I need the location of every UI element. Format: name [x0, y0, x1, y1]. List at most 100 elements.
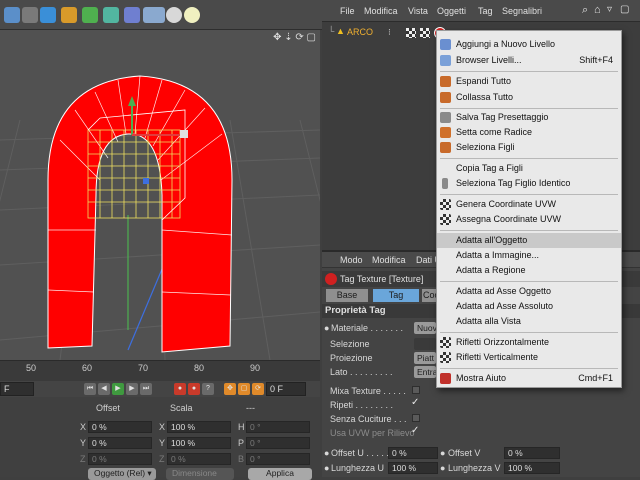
- record-icon[interactable]: ●: [174, 383, 186, 395]
- autokey-icon[interactable]: ●: [188, 383, 200, 395]
- 3d-viewport[interactable]: ✥ ⇣ ⟳ ▢: [0, 30, 320, 360]
- mixa-checkbox[interactable]: [412, 386, 420, 394]
- mode-dropdown[interactable]: Oggetto (Rel) ▾: [88, 468, 156, 480]
- go-to-start-icon[interactable]: ⏮: [84, 383, 96, 395]
- search-icon[interactable]: ⌕: [582, 4, 588, 17]
- ripeti-checkbox[interactable]: ✓: [411, 397, 419, 408]
- arch-mesh[interactable]: [47, 75, 233, 353]
- menu-segnalibri[interactable]: Segnalibri: [502, 6, 542, 16]
- offset-z-field[interactable]: 0 %: [88, 453, 152, 465]
- menu-item-espandi-tutto[interactable]: Espandi Tutto: [437, 74, 621, 89]
- prev-key-icon[interactable]: ◀: [98, 383, 110, 395]
- menu-item-assegna-uvw[interactable]: Assegna Coordinate UVW: [437, 212, 621, 227]
- cube-icon[interactable]: [40, 7, 56, 23]
- menu-item-rifletti-orizzontale[interactable]: Rifletti Orizzontalmente: [437, 335, 621, 350]
- offset-v-field[interactable]: 0 %: [504, 447, 560, 459]
- menu-oggetti[interactable]: Oggetti: [437, 6, 466, 16]
- offset-y-field[interactable]: 0 %: [88, 437, 152, 449]
- arch-object-render[interactable]: [0, 30, 320, 360]
- prop-lato: Lato . . . . . . . . .: [330, 367, 393, 377]
- menu-item-seleziona-figli[interactable]: Seleziona Figli: [437, 140, 621, 155]
- main-toolbar: [0, 0, 322, 30]
- menu-item-genera-uvw[interactable]: Genera Coordinate UVW: [437, 197, 621, 212]
- scale-y-field[interactable]: 100 %: [167, 437, 231, 449]
- uvw-tag-icon-2[interactable]: [420, 28, 430, 38]
- camera-icon[interactable]: [166, 7, 182, 23]
- menu-item-adatta-vista[interactable]: Adatta alla Vista: [437, 314, 621, 329]
- lunghezza-u-field[interactable]: 100 %: [388, 462, 438, 474]
- menu-modo[interactable]: Modo: [340, 255, 363, 265]
- menu-item-adatta-regione[interactable]: Adatta a Regione: [437, 263, 621, 278]
- menu-separator: [440, 332, 618, 333]
- menu-modifica-am[interactable]: Modifica: [372, 255, 406, 265]
- timeline-ruler[interactable]: 50 60 70 80 90: [0, 360, 320, 381]
- gizmo-z-handle[interactable]: [143, 178, 149, 184]
- home-icon[interactable]: ⌂: [594, 4, 601, 16]
- offset-x-field[interactable]: 0 %: [88, 421, 152, 433]
- menu-item-label: Mostra Aiuto: [456, 373, 507, 383]
- lato-dropdown[interactable]: Entra: [414, 366, 437, 378]
- go-to-end-icon[interactable]: ⏭: [140, 383, 152, 395]
- proiezione-dropdown[interactable]: Piatt: [414, 352, 436, 364]
- menu-item-adatta-immagine[interactable]: Adatta a Immagine...: [437, 248, 621, 263]
- filter-icon[interactable]: ▿: [607, 4, 612, 15]
- play-icon[interactable]: ▶: [112, 383, 124, 395]
- deformer-icon[interactable]: [124, 7, 140, 23]
- generator-icon[interactable]: [4, 7, 20, 23]
- menu-item-collassa-tutto[interactable]: Collassa Tutto: [437, 90, 621, 105]
- tab-tag[interactable]: Tag: [373, 289, 419, 302]
- rotate-key-icon[interactable]: ⟳: [252, 383, 264, 395]
- gizmo-x-handle[interactable]: [180, 130, 188, 138]
- menu-item-seleziona-tag-figlio[interactable]: Seleziona Tag Figlio Identico: [437, 176, 621, 191]
- rot-h-field[interactable]: 0 °: [246, 421, 310, 433]
- usa-uvw-checkbox[interactable]: ✓: [411, 425, 419, 436]
- layer-add-icon: [440, 39, 451, 50]
- scale-z-field[interactable]: 0 %: [167, 453, 231, 465]
- array-icon[interactable]: [103, 7, 119, 23]
- scale-key-icon[interactable]: ▢: [238, 383, 250, 395]
- start-frame-field[interactable]: F: [0, 382, 34, 396]
- scale-x-field[interactable]: 100 %: [167, 421, 231, 433]
- selezione-field[interactable]: [414, 338, 436, 350]
- tab-base[interactable]: Base: [326, 289, 368, 302]
- rot-b-label: B: [238, 454, 245, 464]
- menu-separator: [440, 281, 618, 282]
- materiale-field[interactable]: Nuov: [414, 322, 437, 334]
- menu-item-salva-tag[interactable]: Salva Tag Presettaggio: [437, 110, 621, 125]
- apply-button[interactable]: Applica: [248, 468, 312, 480]
- menu-item-asse-assoluto[interactable]: Adatta ad Asse Assoluto: [437, 299, 621, 314]
- menu-vista[interactable]: Vista: [408, 6, 428, 16]
- visibility-dots[interactable]: ⁝: [388, 27, 391, 38]
- lunghezza-v-field[interactable]: 100 %: [504, 462, 560, 474]
- move-key-icon[interactable]: ✥: [224, 383, 236, 395]
- menu-separator: [440, 230, 618, 231]
- menu-item-adatta-oggetto[interactable]: Adatta all'Oggetto: [437, 233, 621, 248]
- menu-item-asse-oggetto[interactable]: Adatta ad Asse Oggetto: [437, 284, 621, 299]
- menu-tag[interactable]: Tag: [478, 6, 493, 16]
- menu-item-rifletti-verticale[interactable]: Rifletti Verticalmente: [437, 350, 621, 365]
- dimension-dropdown[interactable]: Dimensione: [166, 468, 234, 480]
- menu-item-mostra-aiuto[interactable]: Mostra Aiuto Cmd+F1: [437, 371, 621, 386]
- menu-file[interactable]: File: [340, 6, 355, 16]
- rot-p-field[interactable]: 0 °: [246, 437, 310, 449]
- keyframe-icon[interactable]: ?: [202, 383, 214, 395]
- rot-b-field[interactable]: 0 °: [246, 453, 310, 465]
- senza-cuciture-checkbox[interactable]: [412, 414, 420, 422]
- menu-modifica[interactable]: Modifica: [364, 6, 398, 16]
- spline-icon[interactable]: [61, 7, 77, 23]
- menu-item-setta-radice[interactable]: Setta come Radice: [437, 125, 621, 140]
- scene-icon[interactable]: [143, 7, 165, 23]
- menu-item-copia-tag[interactable]: Copia Tag a Figli: [437, 161, 621, 176]
- menu-item-aggiungi-livello[interactable]: Aggiungi a Nuovo Livello: [437, 37, 621, 52]
- tab-coordinate[interactable]: Coo: [422, 289, 440, 302]
- menu-item-browser-livelli[interactable]: Browser Livelli... Shift+F4: [437, 53, 621, 68]
- new-window-icon[interactable]: ▢: [620, 4, 629, 15]
- nurbs-icon[interactable]: [82, 7, 98, 23]
- offset-u-field[interactable]: 0 %: [388, 447, 438, 459]
- current-frame-field[interactable]: 0 F: [266, 382, 306, 396]
- object-name[interactable]: ARCO: [347, 27, 373, 37]
- uvw-tag-icon[interactable]: [406, 28, 416, 38]
- viewport-nav-icons[interactable]: ✥ ⇣ ⟳ ▢: [273, 32, 316, 43]
- light-icon[interactable]: [184, 7, 200, 23]
- next-key-icon[interactable]: ▶: [126, 383, 138, 395]
